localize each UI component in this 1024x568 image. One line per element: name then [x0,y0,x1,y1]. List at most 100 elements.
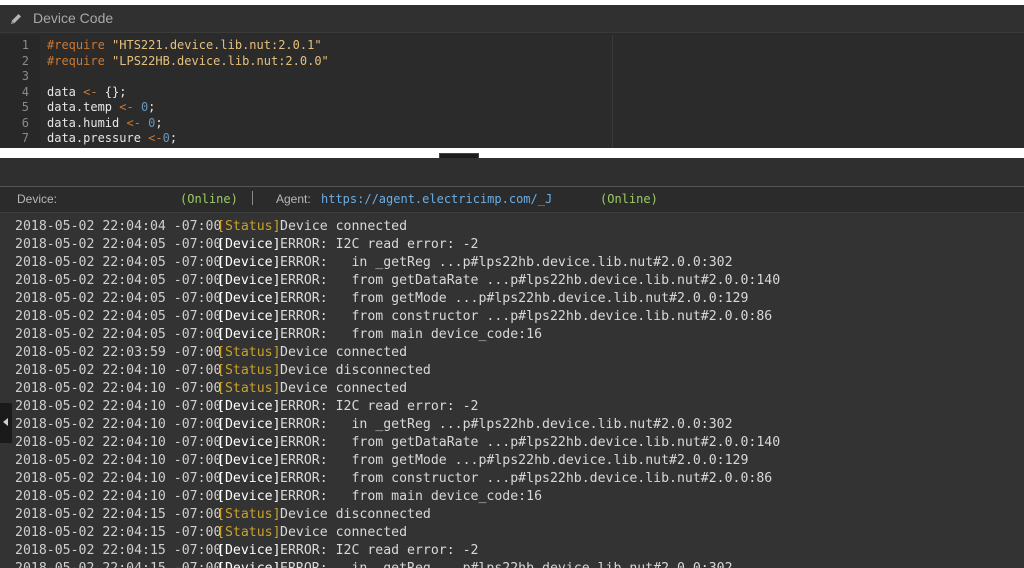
log-tag: [Status] [217,363,281,378]
code-token: ; [155,115,163,130]
log-timestamp: 2018-05-02 22:04:10 -07:00 [15,471,222,486]
agent-url-link[interactable]: https://agent.electricimp.com/_J [321,187,552,211]
log-message: Device connected [280,381,408,396]
editor-header: Device Code [0,5,1024,33]
log-timestamp: 2018-05-02 22:04:04 -07:00 [15,219,222,234]
code-token: {}; [97,84,127,99]
log-message: ERROR: from getMode ...p#lps22hb.device.… [280,291,749,306]
log-row: 2018-05-02 22:04:10 -07:00 [Device] ERROR:… [0,398,1024,416]
log-message: ERROR: in _getReg ...p#lps22hb.device.li… [280,417,733,432]
code-token: data.pressure [47,131,149,145]
code-line[interactable]: 3 [0,69,1024,85]
line-code: #require "LPS22HB.device.lib.nut:2.0.0" [47,54,329,70]
chevron-left-icon[interactable] [0,403,12,443]
log-tag: [Status] [217,381,281,396]
code-token: #require [47,53,105,68]
log-tag: [Device] [217,453,281,468]
log-row: 2018-05-02 22:04:10 -07:00 [Status] Device… [0,380,1024,398]
code-token: data.humid [47,115,127,130]
log-tag: [Device] [217,273,281,288]
log-row: 2018-05-02 22:04:10 -07:00 [Device] ERROR:… [0,470,1024,488]
device-status-badge: (Online) [180,192,238,206]
line-number: 5 [21,100,29,114]
code-line[interactable]: 6 data.humid <- 0; [0,116,1024,132]
log-row: 2018-05-02 22:04:10 -07:00 [Status] Device… [0,362,1024,380]
log-timestamp: 2018-05-02 22:04:10 -07:00 [15,417,222,432]
log-timestamp: 2018-05-02 22:04:15 -07:00 [15,525,222,540]
log-message: ERROR: from getDataRate ...p#lps22hb.dev… [280,273,781,288]
panel-splitter[interactable] [0,148,1024,158]
log-toolbar [0,158,1024,186]
log-message: ERROR: I2C read error: -2 [280,543,479,558]
code-token: ; [148,100,156,114]
log-timestamp: 2018-05-02 22:04:10 -07:00 [15,399,222,414]
code-line[interactable]: 1 #require "HTS221.device.lib.nut:2.0.1" [0,38,1024,54]
log-list[interactable]: 2018-05-02 22:04:04 -07:00 [Status] Device… [0,218,1024,568]
log-timestamp: 2018-05-02 22:04:05 -07:00 [15,237,222,252]
log-row: 2018-05-02 22:04:04 -07:00 [Status] Device… [0,218,1024,236]
log-row: 2018-05-02 22:04:05 -07:00 [Device] ERROR:… [0,272,1024,290]
log-row: 2018-05-02 22:04:15 -07:00 [Status] Device… [0,524,1024,542]
device-label: Device: [17,192,58,206]
log-message: Device disconnected [280,507,431,522]
log-row: 2018-05-02 22:04:05 -07:00 [Device] ERROR:… [0,254,1024,272]
log-tag: [Status] [217,219,281,234]
log-panel: Device: (Online) Agent: https://agent.el… [0,158,1024,568]
log-message: ERROR: in _getReg ...p#lps22hb.device.li… [280,560,733,568]
log-timestamp: 2018-05-02 22:04:05 -07:00 [15,327,222,342]
log-timestamp: 2018-05-02 22:04:10 -07:00 [15,435,222,450]
log-row: 2018-05-02 22:04:15 -07:00[Device]ERROR:… [0,560,1024,568]
code-token: <- [83,84,98,99]
log-message: Device connected [280,345,408,360]
log-message: ERROR: from constructor ...p#lps22hb.dev… [280,471,773,486]
code-token: ; [169,131,178,145]
log-timestamp: 2018-05-02 22:04:15 -07:00 [15,507,222,522]
log-message: ERROR: from main device_code:16 [280,489,543,504]
log-row: 2018-05-02 22:04:15 -07:00 [Status] Device… [0,506,1024,524]
log-message: ERROR: from getMode ...p#lps22hb.device.… [280,453,749,468]
line-code: data <- {}; [47,85,126,101]
log-tag: [Device] [217,255,281,270]
line-number: 3 [21,69,29,83]
code-line[interactable]: 5 data.temp <- 0; [0,100,1024,116]
log-row: 2018-05-02 22:04:05 -07:00 [Device] ERROR:… [0,326,1024,344]
line-number: 6 [21,115,29,130]
code-token: 0 [162,131,170,145]
log-tag: [Device] [217,417,281,432]
editor-title: Device Code [33,10,114,26]
log-row: 2018-05-02 22:04:05 -07:00 [Device] ERROR:… [0,308,1024,326]
log-timestamp: 2018-05-02 22:04:05 -07:00 [15,309,222,324]
log-tag: [Device] [217,543,281,558]
log-row: 2018-05-02 22:04:05 -07:00 [Device] ERROR:… [0,236,1024,254]
log-timestamp: 2018-05-02 22:04:10 -07:00 [15,453,222,468]
log-tag: [Device] [217,309,281,324]
code-area[interactable]: 1 #require "HTS221.device.lib.nut:2.0.1" 2… [0,35,1024,148]
line-number: 1 [21,38,29,52]
log-tag: [Device] [217,489,281,504]
code-line[interactable]: 2 #require "LPS22HB.device.lib.nut:2.0.0" [0,54,1024,70]
code-editor-panel: Device Code 1 #require "HTS221.device.lib… [0,5,1024,148]
line-number: 2 [21,53,29,68]
log-tag: [Device] [217,560,281,568]
code-token: "LPS22HB.device.lib.nut:2.0.0" [112,53,329,68]
log-timestamp: 2018-05-02 22:04:10 -07:00 [15,363,222,378]
pencil-icon[interactable] [9,12,23,26]
code-token: data.temp [47,100,120,114]
code-line[interactable]: 7 data.pressure <-0; [0,131,1024,147]
log-timestamp: 2018-05-02 22:04:15 -07:00 [15,543,222,558]
log-message: ERROR: I2C read error: -2 [280,399,479,414]
code-line[interactable]: 4 data <- {}; [0,85,1024,101]
log-row: 2018-05-02 22:04:05 -07:00 [Device] ERROR:… [0,290,1024,308]
log-row: 2018-05-02 22:03:59 -07:00 [Status] Device… [0,344,1024,362]
log-row: 2018-05-02 22:04:10 -07:00 [Device] ERROR:… [0,434,1024,452]
line-number: 4 [21,84,29,99]
log-timestamp: 2018-05-02 22:04:15 -07:00 [15,560,221,568]
code-token: data [47,84,84,99]
log-tag: [Status] [217,345,281,360]
log-message: ERROR: in _getReg ...p#lps22hb.device.li… [280,255,733,270]
log-timestamp: 2018-05-02 22:04:05 -07:00 [15,291,222,306]
code-token: #require [47,38,105,52]
code-token: <- [148,131,163,145]
